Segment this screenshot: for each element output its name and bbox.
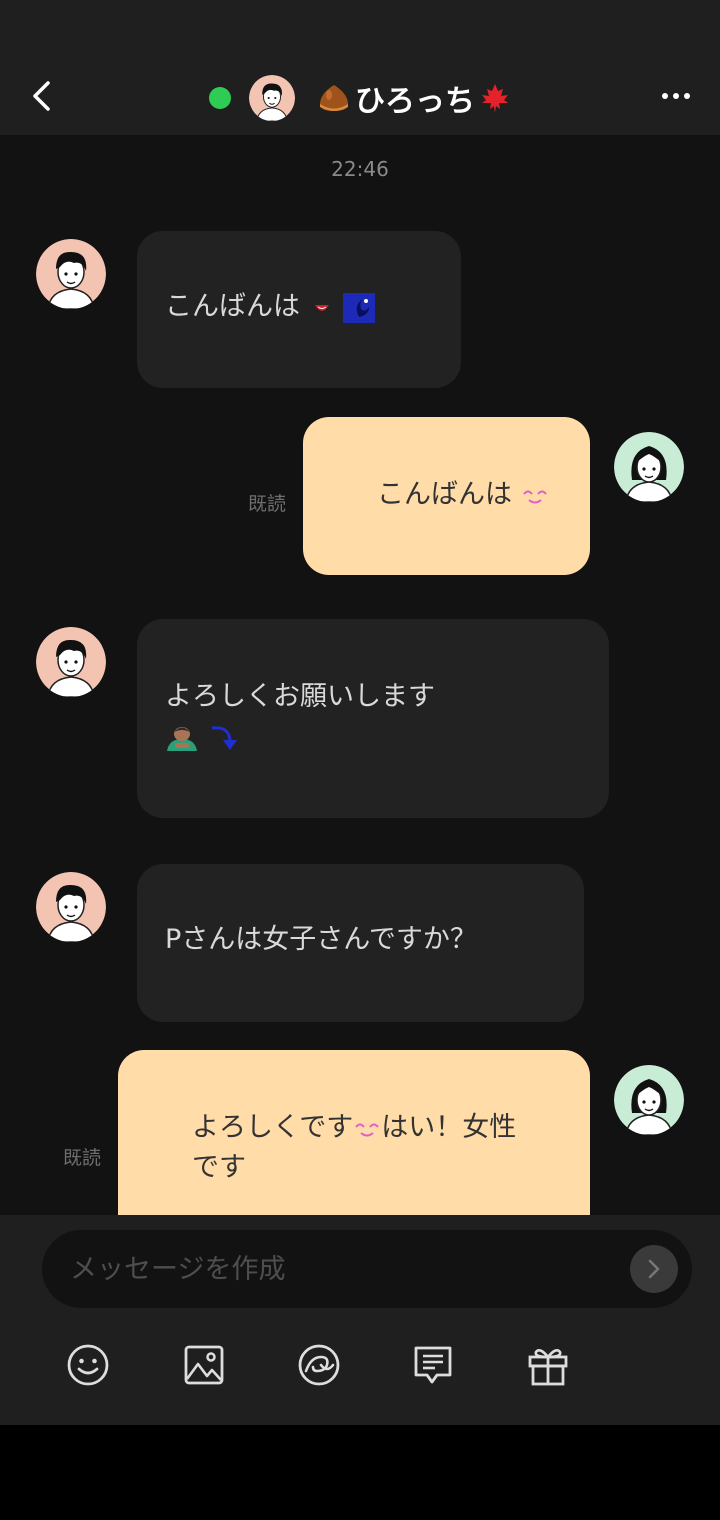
my-avatar[interactable] (614, 432, 684, 502)
chevron-right-icon (648, 1259, 660, 1279)
sticker-icon (298, 1344, 340, 1386)
more-dots-icon (662, 93, 690, 99)
read-receipt: 既読 (63, 1147, 102, 1169)
avatar[interactable] (36, 239, 106, 309)
devil-smile-emoji (314, 304, 329, 311)
message-bubble[interactable]: こんばんは (303, 417, 590, 575)
chat-area[interactable]: 22:46 こんばんは 既読 こんばんは よろしくお願いします Pさんは女子さん… (0, 135, 720, 1215)
message-text: こんばんは (165, 291, 300, 322)
bowing-person-emoji (167, 726, 197, 751)
message-bubble[interactable]: Pさんは女子さんですか？ (137, 864, 584, 1022)
message-text: よろしくです (192, 1112, 354, 1143)
emoji-button[interactable] (63, 1340, 113, 1390)
chat-title-text: ひろっち (355, 83, 475, 119)
template-message-icon (414, 1346, 452, 1384)
message-bubble[interactable]: よろしくです はい！女性 です (118, 1050, 590, 1215)
message-text: こんばんは (377, 479, 512, 510)
maple-leaf-icon (482, 83, 508, 113)
crescent-moon-emoji (343, 292, 376, 323)
message-text: です (192, 1152, 246, 1183)
chat-header: ひろっち (0, 60, 720, 135)
template-button[interactable] (408, 1340, 458, 1390)
status-bar (0, 0, 720, 60)
smiling-face-emoji (355, 1123, 379, 1136)
smiling-face-emoji (522, 490, 547, 503)
message-text: Pさんは女子さんですか？ (165, 924, 477, 955)
message-composer (0, 1215, 720, 1425)
photo-button[interactable] (179, 1340, 229, 1390)
read-receipt: 既読 (248, 493, 287, 515)
avatar[interactable] (249, 74, 295, 121)
message-timestamp: 22:46 (331, 157, 389, 181)
image-icon (184, 1345, 224, 1385)
my-avatar[interactable] (614, 1065, 684, 1135)
message-text: よろしくお願いします (165, 681, 435, 712)
more-options-button[interactable] (658, 80, 694, 112)
gift-icon (528, 1349, 568, 1386)
online-status-dot (209, 86, 231, 109)
sticker-button[interactable] (294, 1340, 344, 1390)
smile-icon (67, 1344, 109, 1386)
message-bubble[interactable]: よろしくお願いします (137, 619, 609, 818)
message-input[interactable] (70, 1230, 630, 1308)
chestnut-icon (319, 84, 349, 111)
message-bubble[interactable]: こんばんは (137, 231, 461, 388)
avatar[interactable] (36, 872, 106, 942)
chat-title: ひろっち (317, 76, 511, 120)
send-button[interactable] (630, 1245, 678, 1293)
curved-arrow-emoji (211, 725, 237, 750)
gift-button[interactable] (523, 1340, 573, 1390)
message-input-container[interactable] (42, 1230, 692, 1308)
message-text: はい！女性 (381, 1112, 517, 1143)
navigation-bar-area (0, 1425, 720, 1520)
avatar[interactable] (36, 627, 106, 697)
